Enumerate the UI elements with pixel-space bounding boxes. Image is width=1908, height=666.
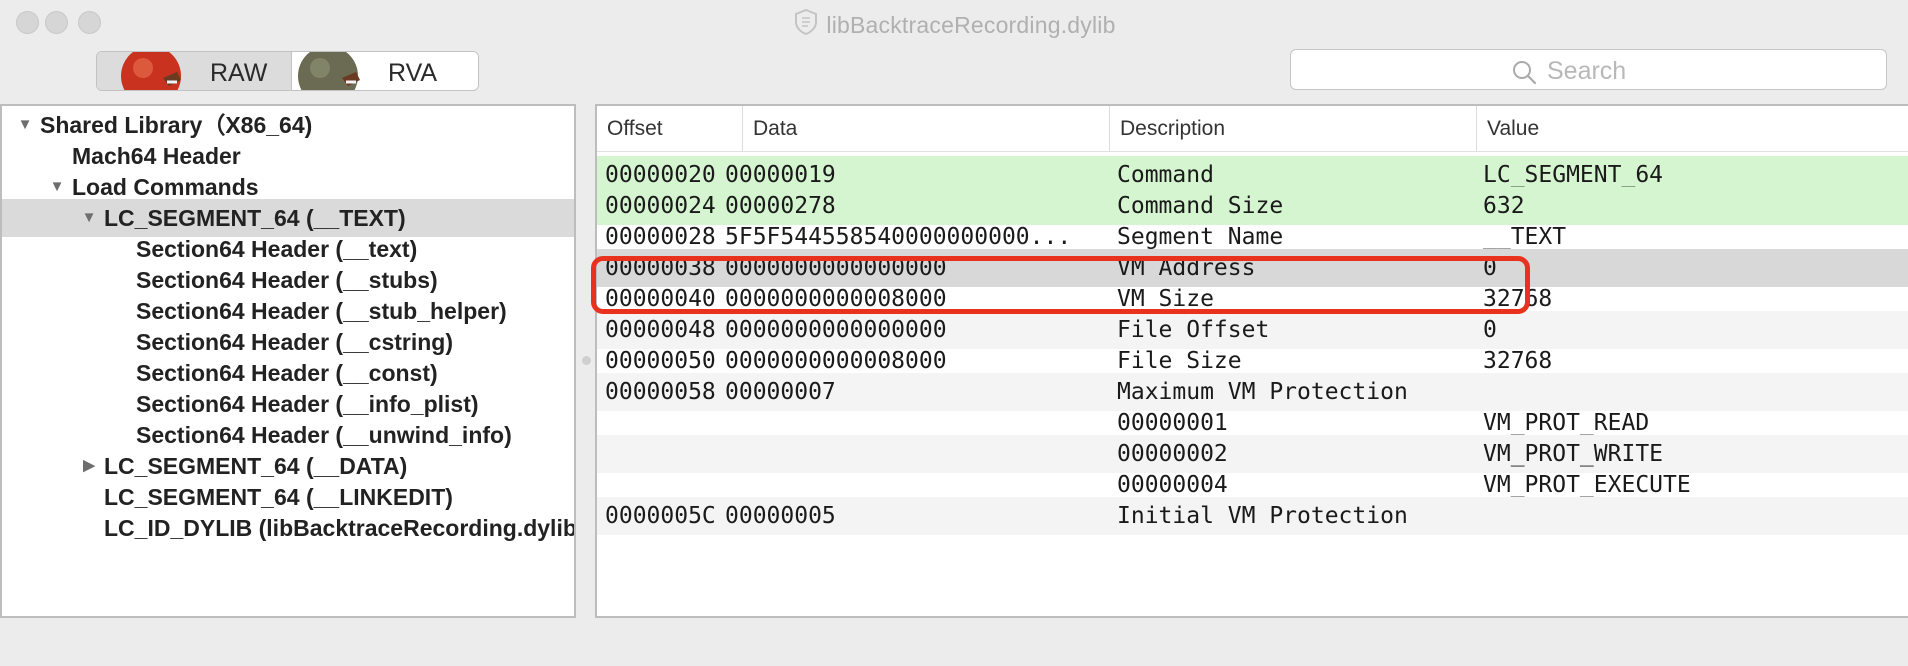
detail-table: Offset Data Description Value 00000020 00… xyxy=(595,104,1908,618)
cell-offset: 0000005C xyxy=(605,503,716,529)
table-row[interactable]: 0000005C 00000005 Initial VM Protection xyxy=(597,497,1908,535)
rva-label: RVA xyxy=(388,59,438,87)
rva-mode-button[interactable]: RVA xyxy=(292,52,478,90)
raw-label: RAW xyxy=(210,59,268,87)
column-header-value[interactable]: Value xyxy=(1476,106,1908,151)
raw-mode-button[interactable]: RAW xyxy=(97,52,292,90)
column-header-offset[interactable]: Offset xyxy=(597,106,742,151)
cell-data: 00000005 xyxy=(725,503,836,529)
green-helmet-chart-icon xyxy=(298,52,360,90)
cell-description: Initial VM Protection xyxy=(1117,503,1408,529)
split-view-divider-handle[interactable] xyxy=(582,356,591,365)
tree-item-lc-id-dylib[interactable]: LC_ID_DYLIB (libBacktraceRecording.dylib… xyxy=(2,509,574,547)
red-apple-chart-icon xyxy=(121,52,181,90)
column-header-data[interactable]: Data xyxy=(742,106,1109,151)
column-header-description[interactable]: Description xyxy=(1109,106,1476,151)
structure-tree: ▼ Shared Library（X86_64) Mach64 Header ▼… xyxy=(0,104,576,618)
search-field[interactable]: Search xyxy=(1290,49,1887,90)
shield-document-icon xyxy=(792,8,820,42)
table-header: Offset Data Description Value xyxy=(597,106,1908,152)
search-icon xyxy=(1513,60,1537,84)
search-placeholder: Search xyxy=(1547,57,1627,85)
window-title: libBacktraceRecording.dylib xyxy=(826,12,1116,38)
status-bar xyxy=(0,618,1908,666)
title-bar: libBacktraceRecording.dylib xyxy=(0,0,1908,44)
window-title-container: libBacktraceRecording.dylib xyxy=(0,8,1908,42)
raw-rva-segmented-control: RAW RVA xyxy=(96,51,479,91)
